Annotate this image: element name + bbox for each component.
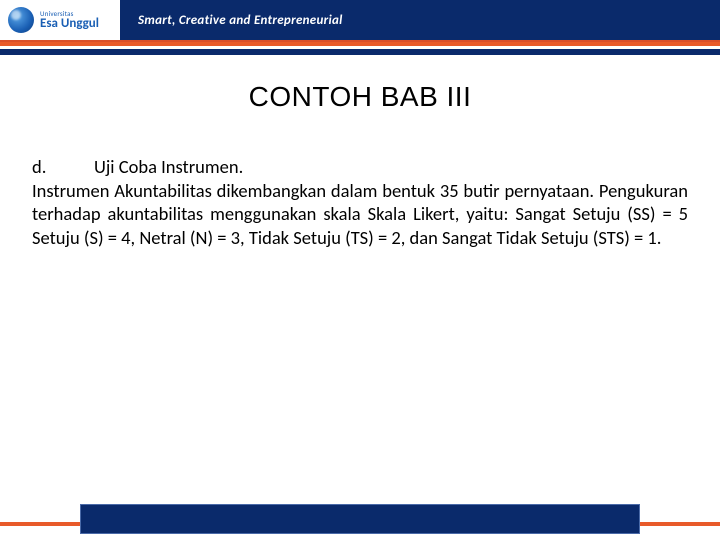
logo-big-text: Esa Unggul — [40, 17, 99, 30]
header-orange-strip — [0, 42, 720, 46]
footer-blue-box — [80, 504, 640, 534]
slide-footer — [0, 522, 720, 540]
item-label: d. — [32, 155, 94, 179]
slide-header: Universitas Esa Unggul Smart, Creative a… — [0, 0, 720, 42]
list-item-heading-row: d. Uji Coba Instrumen. — [32, 155, 688, 179]
page-title: CONTOH BAB III — [0, 81, 720, 113]
body-paragraph: Instrumen Akuntabilitas dikembangkan dal… — [32, 179, 688, 250]
item-heading: Uji Coba Instrumen. — [94, 155, 243, 179]
university-logo: Universitas Esa Unggul — [0, 0, 120, 40]
header-tagline: Smart, Creative and Entrepreneurial — [138, 13, 343, 28]
body-content: d. Uji Coba Instrumen. Instrumen Akuntab… — [32, 155, 688, 250]
logo-orb-icon — [8, 7, 34, 33]
header-accent-bar — [0, 49, 720, 55]
logo-text: Universitas Esa Unggul — [40, 10, 99, 30]
